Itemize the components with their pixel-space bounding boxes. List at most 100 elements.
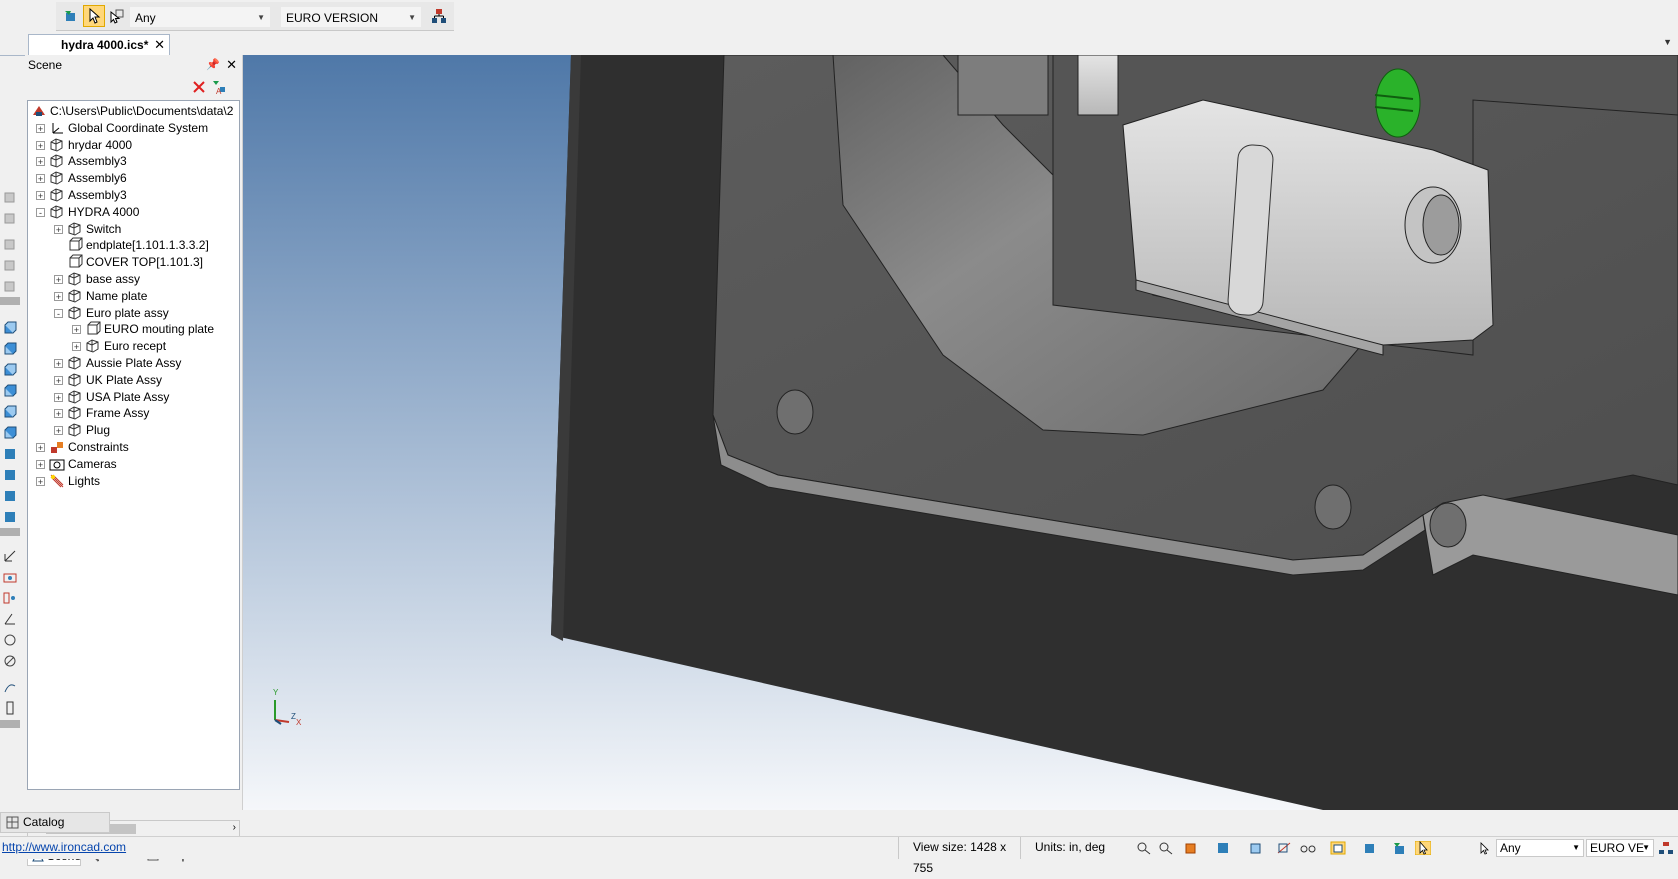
tree-node-label: Plug bbox=[86, 423, 111, 438]
tree-node[interactable]: + Global Coordinate System bbox=[28, 120, 239, 137]
assembly-view-icon[interactable] bbox=[1362, 841, 1378, 855]
scene-tree-icon[interactable] bbox=[1658, 841, 1674, 855]
tree-node[interactable]: - HYDRA 4000 bbox=[28, 204, 239, 221]
view-cube-icon[interactable] bbox=[3, 384, 17, 398]
expand-icon[interactable]: + bbox=[54, 224, 63, 234]
view-cube-icon[interactable] bbox=[3, 426, 17, 440]
status-config-select[interactable]: EURO VE ▼ bbox=[1586, 839, 1654, 857]
selection-options-icon[interactable] bbox=[60, 5, 82, 27]
zoom-fit-icon[interactable] bbox=[1158, 841, 1174, 855]
expand-icon[interactable]: + bbox=[36, 174, 45, 184]
zoom-icon[interactable] bbox=[1136, 841, 1152, 855]
sketch-tool-icon[interactable] bbox=[3, 680, 17, 694]
chevron-right-icon[interactable]: › bbox=[233, 822, 236, 833]
expand-icon[interactable]: + bbox=[36, 476, 45, 486]
camera-view-icon[interactable] bbox=[3, 570, 17, 584]
expand-icon[interactable]: + bbox=[36, 443, 45, 453]
tree-node[interactable]: + Assembly6 bbox=[28, 170, 239, 187]
collapse-icon[interactable]: - bbox=[54, 308, 63, 318]
axis-tool-icon[interactable] bbox=[3, 549, 17, 563]
filter-tree-icon[interactable]: A bbox=[211, 79, 227, 95]
tree-node[interactable]: + Cameras bbox=[28, 456, 239, 473]
3d-viewport[interactable]: Y Z X bbox=[243, 55, 1678, 810]
section-view-icon[interactable] bbox=[1276, 841, 1292, 855]
tree-node[interactable]: + Euro recept bbox=[28, 338, 239, 355]
box-tool-icon[interactable] bbox=[3, 258, 17, 272]
expand-icon[interactable]: + bbox=[54, 392, 63, 402]
scene-tree-icon[interactable] bbox=[428, 5, 450, 27]
shaded-view-icon[interactable] bbox=[3, 489, 17, 503]
ruler-icon[interactable] bbox=[3, 701, 17, 715]
select-arrow-icon[interactable] bbox=[83, 5, 105, 27]
view-mode-icon[interactable] bbox=[1184, 841, 1200, 855]
expand-icon[interactable]: + bbox=[54, 409, 63, 419]
chevron-down-icon[interactable]: ▼ bbox=[1663, 37, 1672, 47]
document-tab[interactable]: hydra 4000.ics* ✕ bbox=[28, 34, 170, 55]
view-cube-icon[interactable] bbox=[3, 342, 17, 356]
expand-icon[interactable]: + bbox=[36, 191, 45, 201]
tree-node[interactable]: + Constraints bbox=[28, 439, 239, 456]
tree-node[interactable]: + Frame Assy bbox=[28, 405, 239, 422]
shaded-view-icon[interactable] bbox=[3, 447, 17, 461]
tree-node[interactable]: endplate[1.101.1.3.3.2] bbox=[28, 237, 239, 254]
select-arrow-icon[interactable] bbox=[1415, 841, 1431, 855]
tree-node[interactable]: + Aussie Plate Assy bbox=[28, 355, 239, 372]
expand-icon[interactable]: + bbox=[54, 275, 63, 285]
assembly-icon bbox=[67, 372, 83, 388]
selection-options-icon[interactable] bbox=[1392, 841, 1408, 855]
view-cube-icon[interactable] bbox=[3, 321, 17, 335]
tree-node[interactable]: - Euro plate assy bbox=[28, 305, 239, 322]
tree-node[interactable]: + Name plate bbox=[28, 288, 239, 305]
select-part-icon[interactable] bbox=[1478, 841, 1494, 855]
close-icon[interactable]: ✕ bbox=[226, 55, 237, 75]
glasses-icon[interactable] bbox=[1300, 841, 1316, 855]
expand-icon[interactable]: + bbox=[54, 359, 63, 369]
rotate-view-icon[interactable] bbox=[3, 633, 17, 647]
expand-icon[interactable]: + bbox=[54, 375, 63, 385]
render-icon[interactable] bbox=[1248, 841, 1264, 855]
tree-node[interactable]: + Switch bbox=[28, 221, 239, 238]
view-cube-icon[interactable] bbox=[3, 405, 17, 419]
box-tool-icon[interactable] bbox=[3, 279, 17, 293]
view-cube-icon[interactable] bbox=[3, 363, 17, 377]
filter-select[interactable]: Any ▼ bbox=[130, 7, 270, 27]
tree-node[interactable]: + EURO mouting plate bbox=[28, 321, 239, 338]
tree-node[interactable]: + Plug bbox=[28, 422, 239, 439]
tree-node[interactable]: + USA Plate Assy bbox=[28, 389, 239, 406]
tree-node[interactable]: + UK Plate Assy bbox=[28, 372, 239, 389]
camera-view-icon[interactable] bbox=[3, 591, 17, 605]
rotate-view-icon[interactable] bbox=[3, 654, 17, 668]
box-tool-icon[interactable] bbox=[3, 211, 17, 225]
expand-icon[interactable]: + bbox=[72, 342, 81, 352]
angle-tool-icon[interactable] bbox=[3, 612, 17, 626]
configuration-select[interactable]: EURO VERSION ▼ bbox=[281, 7, 421, 27]
close-icon[interactable]: ✕ bbox=[154, 35, 165, 55]
tree-node[interactable]: + base assy bbox=[28, 271, 239, 288]
status-filter-select[interactable]: Any ▼ bbox=[1496, 839, 1584, 857]
catalog-browser-button[interactable]: Catalog Browser bbox=[0, 812, 110, 848]
tree-node[interactable]: + Assembly3 bbox=[28, 187, 239, 204]
expand-icon[interactable]: + bbox=[72, 325, 81, 335]
tree-node[interactable]: + Assembly3 bbox=[28, 153, 239, 170]
shaded-view-icon[interactable] bbox=[3, 468, 17, 482]
box-tool-icon[interactable] bbox=[3, 237, 17, 251]
box-view-icon[interactable] bbox=[1330, 841, 1346, 855]
tree-node[interactable]: COVER TOP[1.101.3] bbox=[28, 254, 239, 271]
select-part-icon[interactable] bbox=[106, 5, 128, 27]
tree-node[interactable]: + Lights bbox=[28, 473, 239, 490]
clear-filter-icon[interactable] bbox=[192, 80, 206, 94]
expand-icon[interactable]: + bbox=[54, 291, 63, 301]
expand-icon[interactable]: + bbox=[36, 459, 45, 469]
pin-icon[interactable]: 📌 bbox=[206, 55, 220, 75]
tree-node[interactable]: C:\Users\Public\Documents\data\2 bbox=[28, 103, 239, 120]
expand-icon[interactable]: + bbox=[36, 123, 45, 133]
expand-icon[interactable]: + bbox=[36, 157, 45, 167]
collapse-icon[interactable]: - bbox=[36, 207, 45, 217]
website-link[interactable]: http://www.ironcad.com bbox=[2, 840, 126, 854]
expand-icon[interactable]: + bbox=[54, 426, 63, 436]
expand-icon[interactable]: + bbox=[36, 140, 45, 150]
box-tool-icon[interactable] bbox=[3, 190, 17, 204]
shaded-view-icon[interactable] bbox=[1216, 841, 1232, 855]
tree-node[interactable]: + hrydar 4000 bbox=[28, 137, 239, 154]
shaded-view-icon[interactable] bbox=[3, 510, 17, 524]
